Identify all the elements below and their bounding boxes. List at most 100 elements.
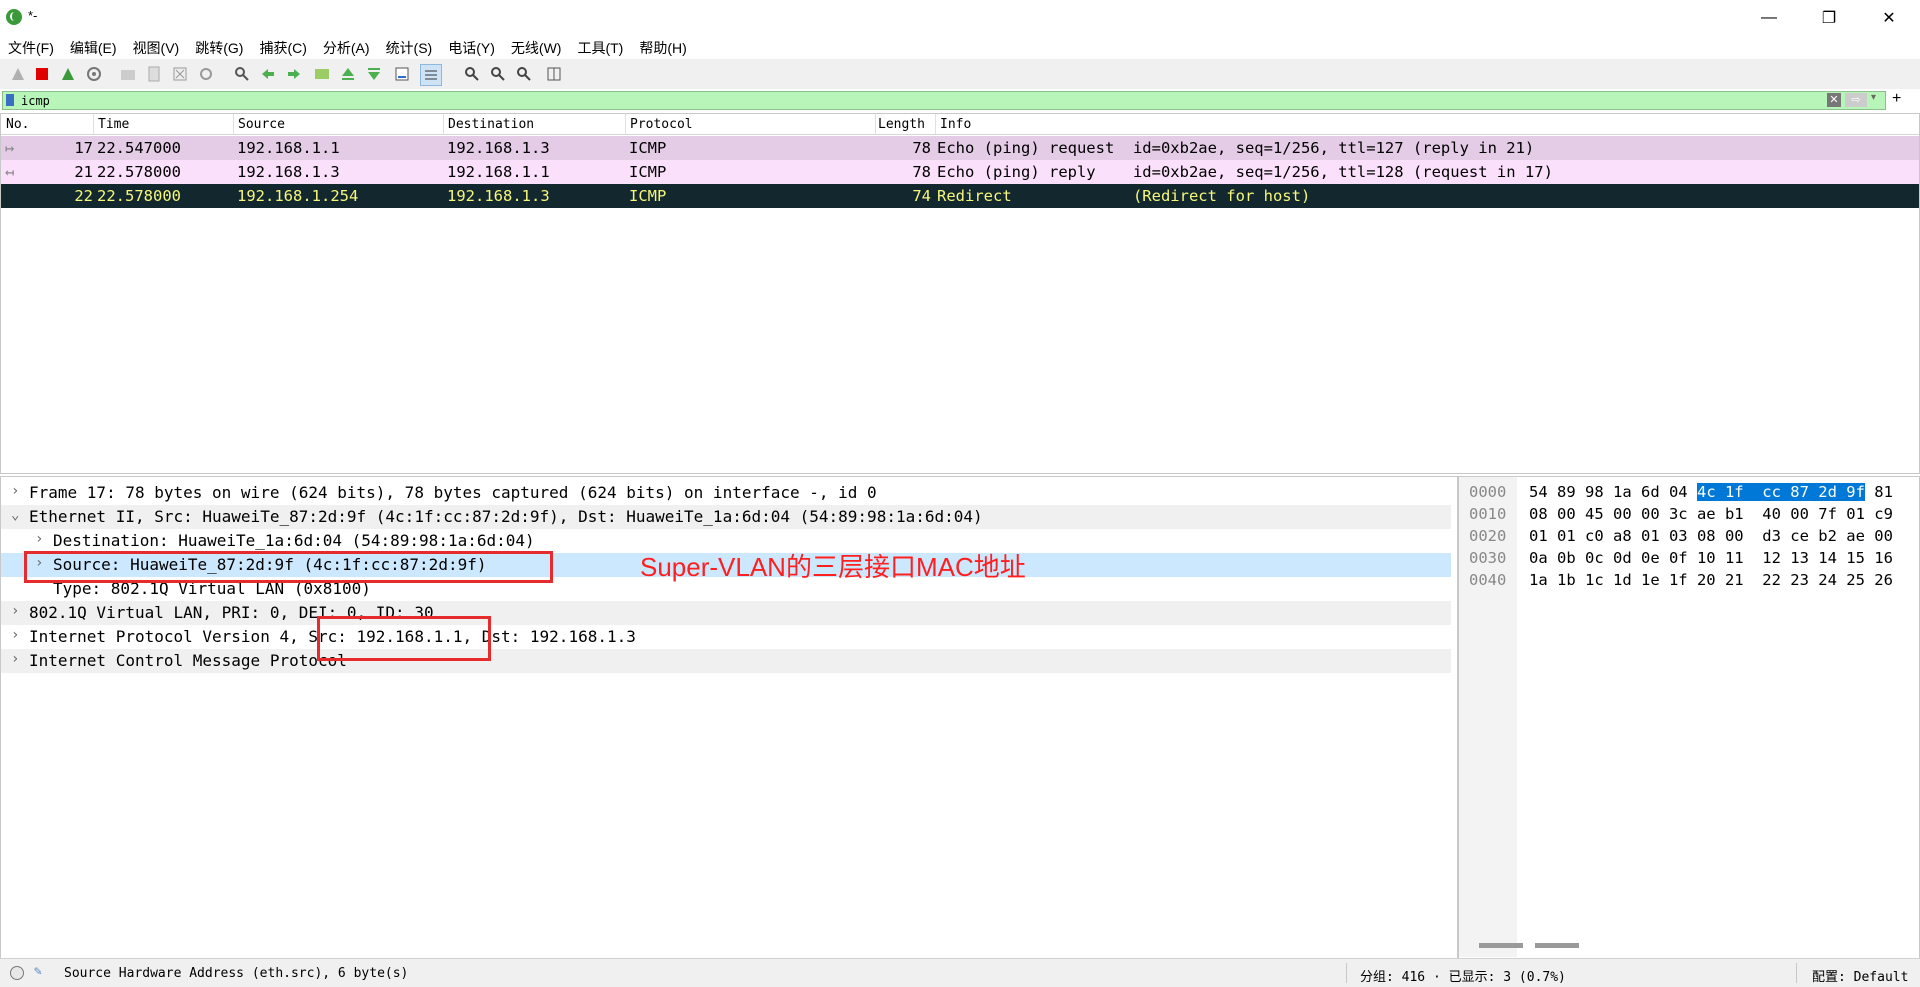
menu-edit[interactable]: 编辑(E) [62, 36, 125, 60]
collapse-chevron-icon[interactable]: ⌄ [11, 507, 19, 523]
menu-help[interactable]: 帮助(H) [631, 36, 694, 60]
autoscroll-icon[interactable] [392, 64, 412, 84]
tree-row-frame[interactable]: › Frame 17: 78 bytes on wire (624 bits),… [1, 481, 1451, 505]
packet-source: 192.168.1.3 [237, 163, 340, 181]
tree-row-label: Destination: HuaweiTe_1a:6d:04 (54:89:98… [53, 531, 535, 550]
wireshark-logo-icon [6, 9, 22, 25]
menu-capture[interactable]: 捕获(C) [251, 36, 314, 60]
menu-bar: 文件(F) 编辑(E) 视图(V) 跳转(G) 捕获(C) 分析(A) 统计(S) 电话(Y)… [0, 35, 1920, 59]
menu-file[interactable]: 文件(F) [0, 36, 62, 60]
column-header-time[interactable]: Time [98, 117, 129, 132]
zoom-in-icon[interactable] [462, 64, 482, 84]
display-filter-bar: ✕ ⇨ ▾ + [0, 89, 1920, 111]
packet-info: Echo (ping) reply id=0xb2ae, seq=1/256, … [937, 163, 1553, 181]
go-first-icon[interactable] [338, 64, 358, 84]
column-header-info[interactable]: Info [940, 117, 971, 132]
zoom-normal-icon[interactable] [514, 64, 534, 84]
column-header-protocol[interactable]: Protocol [630, 117, 693, 132]
close-file-icon[interactable] [170, 64, 190, 84]
minimize-button[interactable]: — [1746, 0, 1792, 35]
packet-destination: 192.168.1.3 [447, 187, 550, 205]
go-to-packet-icon[interactable] [312, 64, 332, 84]
tree-row-ipv4[interactable]: › Internet Protocol Version 4, Src: 192.… [1, 625, 1451, 649]
add-filter-button[interactable]: + [1892, 90, 1901, 108]
packet-source: 192.168.1.1 [237, 139, 340, 157]
packet-length: 78 [912, 139, 931, 157]
hex-offset: 0040 [1469, 571, 1507, 589]
window-title: *- [28, 8, 38, 23]
request-arrow-icon: ↦ [5, 139, 15, 157]
apply-filter-icon[interactable]: ⇨ [1845, 93, 1867, 107]
hex-offset: 0030 [1469, 549, 1507, 567]
colorize-icon[interactable] [420, 64, 442, 86]
capture-options-icon[interactable] [84, 64, 104, 84]
packet-list: No. Time Source Destination Protocol Len… [0, 113, 1920, 474]
open-file-icon[interactable] [118, 64, 138, 84]
tree-row-vlan[interactable]: › 802.1Q Virtual LAN, PRI: 0, DEI: 0, ID… [1, 601, 1451, 625]
packet-protocol: ICMP [629, 139, 667, 157]
start-capture-icon[interactable] [8, 64, 28, 84]
menu-telephony[interactable]: 电话(Y) [440, 36, 503, 60]
highlight-box-source-mac [24, 551, 553, 583]
expand-chevron-icon[interactable]: › [35, 531, 43, 547]
menu-analyze[interactable]: 分析(A) [315, 36, 378, 60]
menu-wireless[interactable]: 无线(W) [503, 36, 570, 60]
expand-chevron-icon[interactable]: › [11, 483, 19, 499]
packet-source: 192.168.1.254 [237, 187, 359, 205]
expert-info-icon[interactable] [10, 966, 24, 980]
hex-bytes: 0a 0b 0c 0d 0e 0f 10 11 12 13 14 15 16 [1529, 549, 1893, 567]
packet-bytes-pane: 0000 54 89 98 1a 6d 04 4c 1f cc 87 2d 9f … [1458, 476, 1920, 960]
column-header-length[interactable]: Length [878, 117, 925, 132]
stop-capture-icon[interactable] [32, 64, 52, 84]
hex-offset: 0020 [1469, 527, 1507, 545]
menu-view[interactable]: 视图(V) [125, 36, 188, 60]
display-filter-field: ✕ ⇨ ▾ [2, 91, 1886, 110]
find-packet-icon[interactable] [232, 64, 252, 84]
clear-filter-icon[interactable]: ✕ [1827, 93, 1841, 107]
reply-arrow-icon: ↤ [5, 163, 15, 181]
expand-chevron-icon[interactable]: › [11, 651, 19, 667]
hex-scrollbar-handle[interactable] [1479, 943, 1523, 948]
go-forward-icon[interactable] [284, 64, 304, 84]
column-header-destination[interactable]: Destination [448, 117, 534, 132]
filter-bookmark-icon[interactable] [6, 94, 14, 106]
go-last-icon[interactable] [364, 64, 384, 84]
restart-capture-icon[interactable] [58, 64, 78, 84]
close-button[interactable]: ✕ [1866, 0, 1912, 35]
packet-info: Redirect (Redirect for host) [937, 187, 1311, 205]
save-file-icon[interactable] [144, 64, 164, 84]
menu-tools[interactable]: 工具(T) [569, 36, 631, 60]
packet-row-22[interactable]: 22 22.578000 192.168.1.254 192.168.1.3 I… [1, 184, 1919, 208]
column-header-no[interactable]: No. [6, 117, 29, 132]
filter-history-dropdown-icon[interactable]: ▾ [1871, 92, 1876, 103]
column-header-source[interactable]: Source [238, 117, 285, 132]
zoom-out-icon[interactable] [488, 64, 508, 84]
packet-row-17[interactable]: ↦ 17 22.547000 192.168.1.1 192.168.1.3 I… [1, 136, 1919, 160]
menu-statistics[interactable]: 统计(S) [378, 36, 441, 60]
expand-chevron-icon[interactable]: › [11, 603, 19, 619]
packet-no: 17 [74, 139, 93, 157]
packet-destination: 192.168.1.3 [447, 139, 550, 157]
packet-row-21[interactable]: ↤ 21 22.578000 192.168.1.3 192.168.1.1 I… [1, 160, 1919, 184]
restore-button[interactable]: ❐ [1806, 0, 1852, 35]
annotation-label: Super-VLAN的三层接口MAC地址 [640, 552, 1026, 582]
hex-bytes: 1a 1b 1c 1d 1e 1f 20 21 22 23 24 25 26 [1529, 571, 1893, 589]
packet-protocol: ICMP [629, 187, 667, 205]
tree-row-icmp[interactable]: › Internet Control Message Protocol [1, 649, 1451, 673]
tree-row-ethernet[interactable]: ⌄ Ethernet II, Src: HuaweiTe_87:2d:9f (4… [1, 505, 1451, 529]
expand-chevron-icon[interactable]: › [11, 627, 19, 643]
status-field-info: Source Hardware Address (eth.src), 6 byt… [64, 966, 409, 981]
status-profile[interactable]: 配置: Default [1812, 966, 1908, 985]
display-filter-input[interactable] [21, 92, 1821, 109]
tree-row-label: Ethernet II, Src: HuaweiTe_87:2d:9f (4c:… [29, 507, 983, 526]
main-toolbar [0, 59, 1920, 90]
resize-columns-icon[interactable] [544, 64, 564, 84]
hex-offset: 0010 [1469, 505, 1507, 523]
menu-go[interactable]: 跳转(G) [187, 36, 251, 60]
reload-icon[interactable] [196, 64, 216, 84]
hex-scrollbar-handle[interactable] [1535, 943, 1579, 948]
edit-comment-icon[interactable]: ✎ [34, 964, 42, 979]
hex-bytes: 81 [1864, 483, 1893, 501]
status-packet-counts: 分组: 416 · 已显示: 3 (0.7%) [1360, 970, 1566, 985]
go-back-icon[interactable] [258, 64, 278, 84]
